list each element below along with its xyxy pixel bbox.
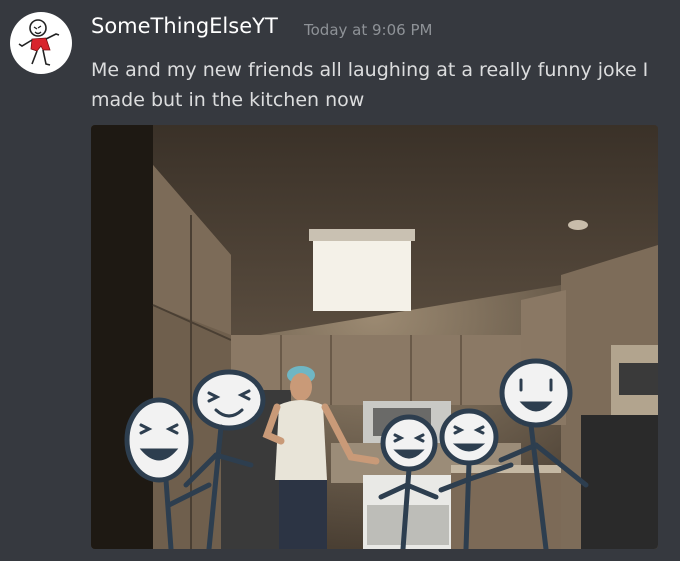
message-text: Me and my new friends all laughing at a … [91, 59, 649, 111]
message-timestamp: Today at 9:06 PM [304, 21, 433, 39]
chat-message: SomeThingElseYT Today at 9:06 PM Me and … [0, 0, 680, 561]
kitchen-photo [91, 125, 658, 549]
image-attachment[interactable] [91, 125, 658, 549]
stick-figure-avatar-icon [11, 13, 71, 73]
user-avatar[interactable] [10, 12, 72, 74]
author-username[interactable]: SomeThingElseYT [91, 14, 278, 38]
